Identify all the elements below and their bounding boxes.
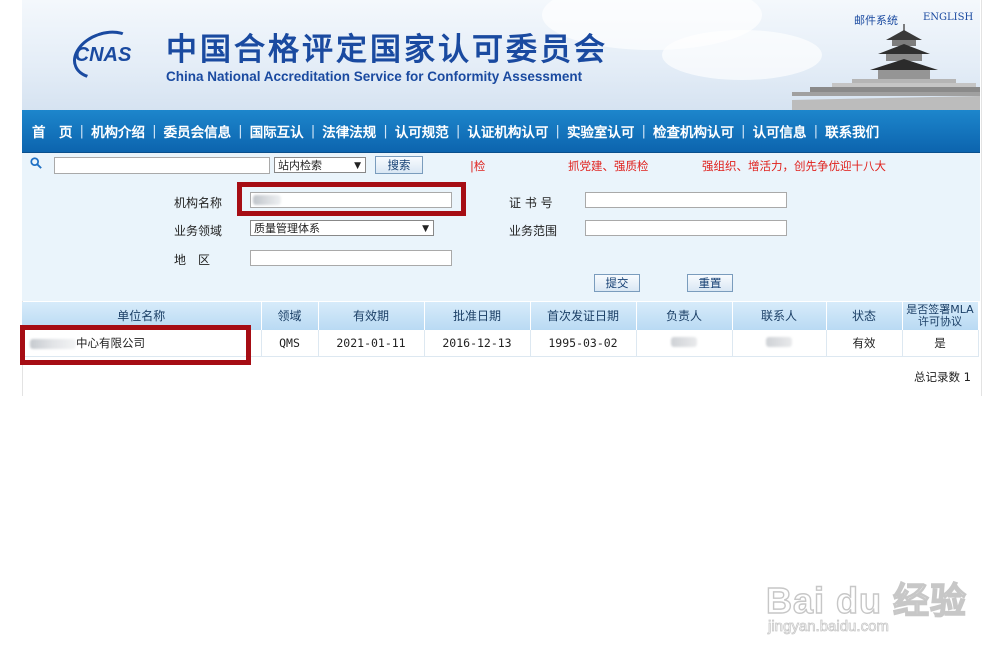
cert-no-input[interactable] bbox=[585, 192, 787, 208]
cell-first-issue-date: 1995-03-02 bbox=[530, 330, 637, 357]
total-records: 总记录数 1 bbox=[914, 370, 971, 384]
submit-button[interactable]: 提交 bbox=[594, 274, 640, 292]
nav-label: 首 页 bbox=[32, 125, 73, 141]
nav-separator: | bbox=[152, 123, 157, 139]
nav-label: 实验室认可 bbox=[566, 125, 635, 141]
nav-separator: | bbox=[741, 123, 746, 139]
nav-label: 国际互认 bbox=[249, 125, 304, 141]
col-header-mla[interactable]: 是否签署MLA许可协议 bbox=[902, 302, 979, 330]
temple-of-heaven-icon bbox=[792, 24, 980, 110]
nav-item-laboratory[interactable]: 实验室认可 | bbox=[567, 121, 653, 141]
nav-item-laws[interactable]: 法律法规 | bbox=[322, 121, 395, 141]
col-header-responsible[interactable]: 负责人 bbox=[636, 302, 733, 330]
site-search-input[interactable] bbox=[54, 157, 270, 174]
dropdown-arrow-icon: ▼ bbox=[354, 161, 361, 171]
marquee-text-2: 抓党建、强质检 bbox=[568, 159, 649, 173]
watermark-sub-text: jingyan.baidu.com bbox=[768, 618, 890, 636]
watermark-main-text: Bai du 经验 bbox=[765, 579, 968, 621]
nav-label: 联系我们 bbox=[825, 125, 880, 141]
col-header-first-issue[interactable]: 首次发证日期 bbox=[530, 302, 637, 330]
nav-label: 认证机构认可 bbox=[467, 125, 549, 141]
baidu-jingyan-watermark: Bai du 经验 jingyan.baidu.com bbox=[765, 562, 966, 642]
nav-item-committee[interactable]: 委员会信息 | bbox=[164, 121, 250, 141]
nav-separator: | bbox=[383, 123, 388, 139]
cnas-logo[interactable]: CNAS bbox=[66, 22, 144, 88]
query-form: 机构名称 证 书 号 业务领域 质量管理体系 ▼ 业务范围 地 区 提交 重置 bbox=[22, 177, 980, 301]
nav-label: 法律法规 bbox=[322, 125, 377, 141]
redacted-text bbox=[766, 337, 792, 347]
marquee-text-1: |检 bbox=[470, 159, 486, 173]
business-scope-input[interactable] bbox=[585, 220, 787, 236]
cell-approval-date: 2016-12-13 bbox=[424, 330, 531, 357]
business-scope-label: 业务范围 bbox=[509, 224, 558, 238]
search-icon[interactable] bbox=[30, 157, 42, 169]
site-header: CNAS 中国合格评定国家认可委员会 China National Accred… bbox=[22, 0, 980, 110]
site-search-bar: 站内检索 ▼ 搜索 |检 抓党建、强质检 强组织、增活力，创先争优迎十八大 bbox=[22, 153, 980, 177]
nav-separator: | bbox=[455, 123, 461, 139]
nav-label: 认可规范 bbox=[394, 125, 449, 141]
col-header-status[interactable]: 状态 bbox=[826, 302, 903, 330]
site-title-en: China National Accreditation Service for… bbox=[166, 69, 583, 84]
marquee-text-3: 强组织、增活力，创先争优迎十八大 bbox=[702, 159, 886, 173]
org-name-label: 机构名称 bbox=[174, 196, 223, 210]
nav-separator: | bbox=[238, 123, 243, 139]
nav-label: 认可信息 bbox=[752, 125, 807, 141]
region-label: 地 区 bbox=[174, 253, 211, 267]
search-button[interactable]: 搜索 bbox=[375, 156, 423, 174]
col-header-field[interactable]: 领域 bbox=[261, 302, 319, 330]
nav-item-norms[interactable]: 认可规范 | bbox=[395, 121, 468, 141]
nav-separator: | bbox=[310, 123, 316, 139]
business-field-select[interactable]: 质量管理体系 ▼ bbox=[250, 220, 434, 236]
nav-separator: | bbox=[641, 123, 646, 139]
search-scope-value: 站内检索 bbox=[278, 159, 322, 172]
search-scope-select[interactable]: 站内检索 ▼ bbox=[274, 157, 366, 173]
nav-item-about[interactable]: 机构介绍 | bbox=[91, 121, 164, 141]
nav-item-international[interactable]: 国际互认 | bbox=[250, 121, 323, 141]
nav-separator: | bbox=[555, 123, 560, 139]
result-name-highlight bbox=[20, 325, 251, 365]
nav-separator: | bbox=[813, 123, 819, 139]
cell-responsible bbox=[636, 330, 733, 357]
col-header-approval-date[interactable]: 批准日期 bbox=[424, 302, 531, 330]
nav-label: 检查机构认可 bbox=[653, 125, 734, 141]
nav-separator: | bbox=[79, 123, 85, 139]
redacted-text bbox=[671, 337, 697, 347]
nav-label: 机构介绍 bbox=[91, 125, 146, 141]
business-field-label: 业务领域 bbox=[174, 224, 223, 238]
nav-item-info[interactable]: 认可信息 | bbox=[753, 121, 826, 141]
nav-item-home[interactable]: 首 页 | bbox=[32, 121, 91, 141]
logo-text: CNAS bbox=[74, 44, 132, 66]
cell-valid-until: 2021-01-11 bbox=[318, 330, 425, 357]
cell-status: 有效 bbox=[826, 330, 903, 357]
cert-no-label: 证 书 号 bbox=[509, 196, 553, 210]
site-title-cn: 中国合格评定国家认可委员会 bbox=[166, 32, 608, 68]
nav-item-cert-body[interactable]: 认证机构认可 | bbox=[467, 121, 567, 141]
cell-contact bbox=[732, 330, 827, 357]
nav-item-inspection[interactable]: 检查机构认可 | bbox=[653, 121, 753, 141]
cell-mla: 是 bbox=[902, 330, 979, 357]
dropdown-arrow-icon: ▼ bbox=[422, 224, 429, 234]
col-header-valid-until[interactable]: 有效期 bbox=[318, 302, 425, 330]
region-input[interactable] bbox=[250, 250, 452, 266]
main-nav: 首 页 | 机构介绍 | 委员会信息 | 国际互认 | 法律法规 | 认可规范 | 认证机构… bbox=[22, 110, 980, 154]
col-header-contact[interactable]: 联系人 bbox=[732, 302, 827, 330]
nav-label: 委员会信息 bbox=[163, 125, 232, 141]
org-name-highlight bbox=[237, 182, 466, 216]
reset-button[interactable]: 重置 bbox=[687, 274, 733, 292]
nav-item-contact[interactable]: 联系我们 bbox=[825, 121, 879, 141]
business-field-value: 质量管理体系 bbox=[254, 222, 320, 235]
cell-field: QMS bbox=[261, 330, 319, 357]
